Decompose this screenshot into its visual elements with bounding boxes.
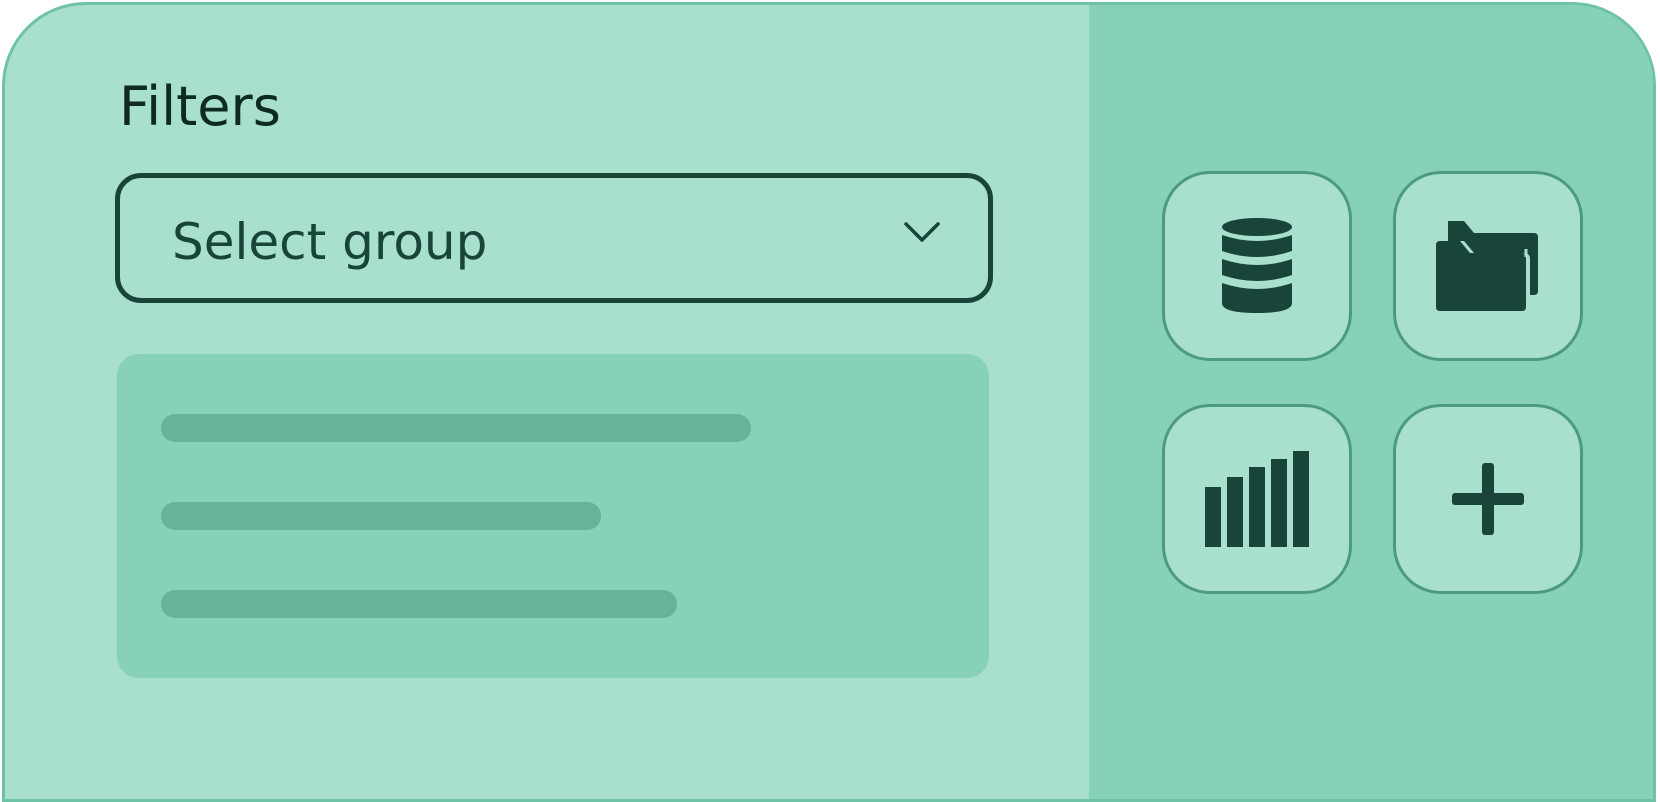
folder-icon xyxy=(1436,221,1538,311)
group-select-value: Select group xyxy=(172,213,488,271)
analytics-button[interactable] xyxy=(1162,404,1352,594)
folder-button[interactable] xyxy=(1393,171,1583,361)
database-icon xyxy=(1222,218,1292,313)
actions-pane xyxy=(1089,5,1653,799)
plus-icon xyxy=(1452,463,1524,535)
skeleton-line xyxy=(161,502,601,530)
add-button[interactable] xyxy=(1393,404,1583,594)
filters-heading: Filters xyxy=(119,75,281,138)
bar-chart-icon xyxy=(1205,451,1309,547)
chevron-down-icon xyxy=(904,222,940,242)
group-select-dropdown[interactable]: Select group xyxy=(115,173,993,303)
skeleton-line xyxy=(161,414,751,442)
database-button[interactable] xyxy=(1162,171,1352,361)
results-list-placeholder xyxy=(117,354,989,678)
skeleton-line xyxy=(161,590,677,618)
filters-window: Filters Select group xyxy=(2,2,1656,802)
